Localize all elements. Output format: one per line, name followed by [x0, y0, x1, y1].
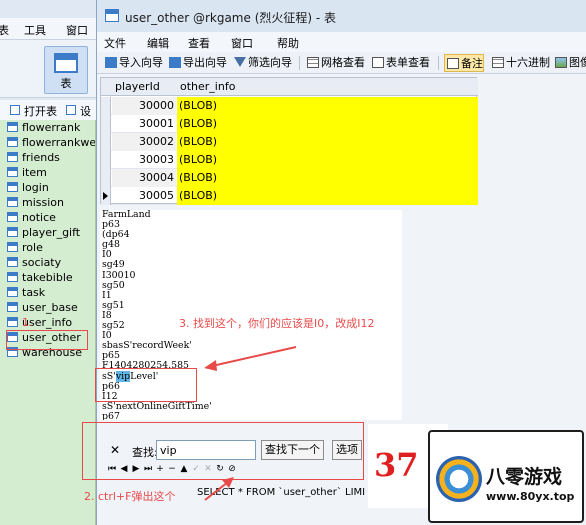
arrow-to-vip — [211, 346, 297, 367]
watermark-logo-icon — [436, 456, 482, 502]
arrow-to-find — [204, 481, 229, 501]
watermark-url: www.80yx.top — [486, 490, 575, 503]
watermark-37-text: 37 — [374, 446, 419, 484]
watermark-card: 八零游戏 www.80yx.top — [428, 430, 584, 523]
arrow-head-vip — [204, 360, 217, 371]
watermark-name: 八零游戏 — [486, 466, 563, 488]
site-watermark: 37 八零游戏 www.80yx.top — [360, 418, 586, 525]
